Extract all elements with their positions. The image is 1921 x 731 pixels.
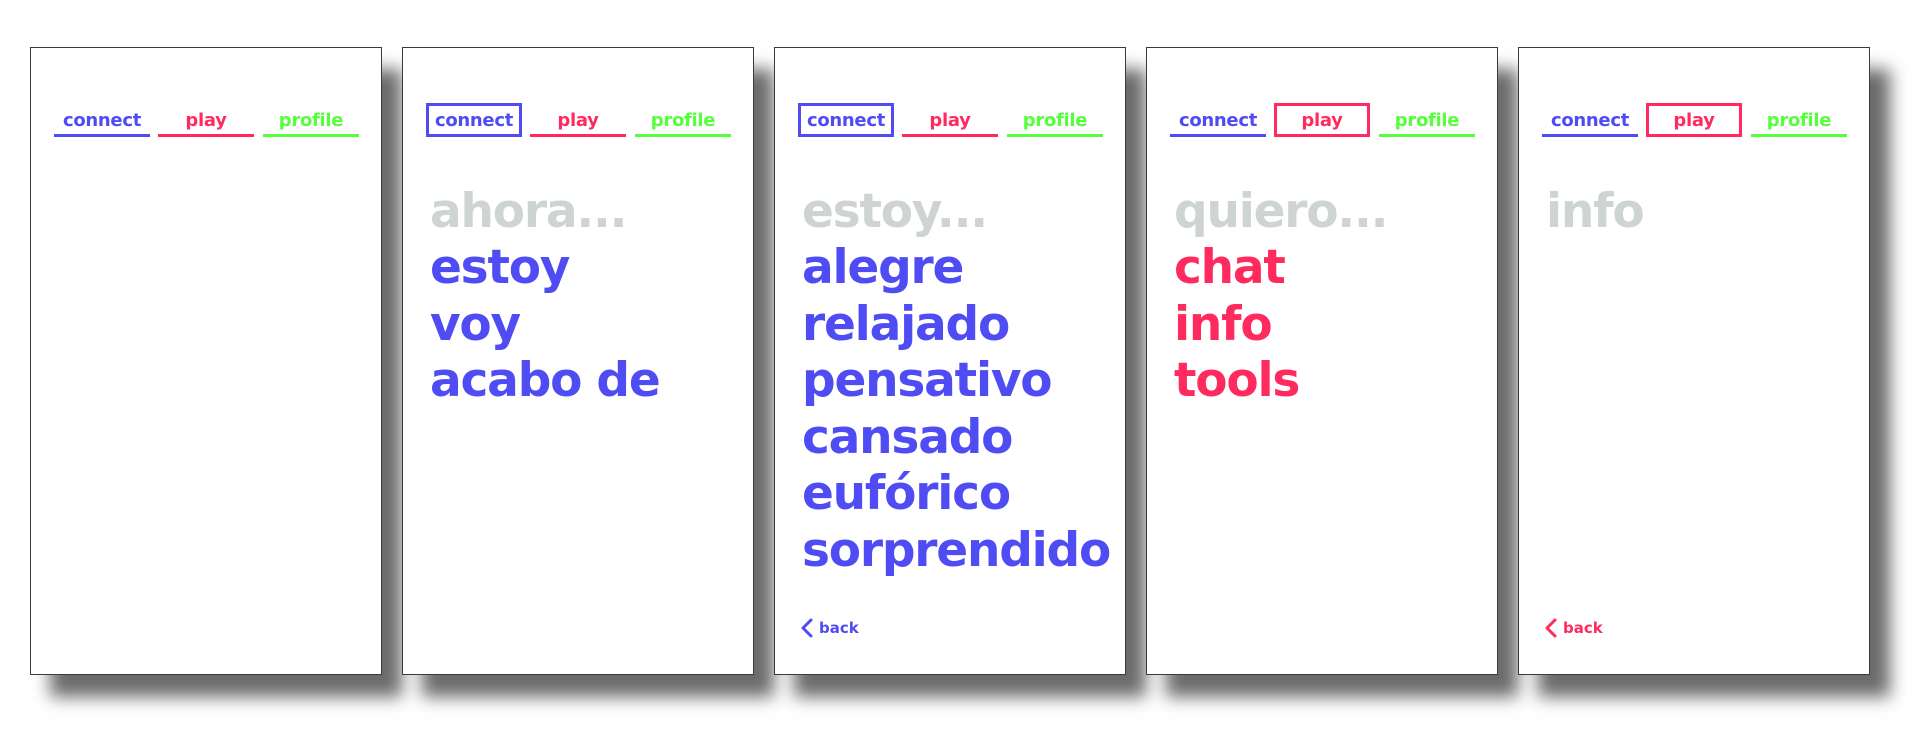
tab-connect-label: connect — [806, 109, 886, 131]
tab-profile[interactable]: profile — [1751, 103, 1847, 137]
tab-underline — [635, 134, 731, 137]
tab-connect-label: connect — [1178, 109, 1258, 131]
tab-connect-label: connect — [62, 109, 142, 131]
menu-option[interactable]: tools — [1174, 353, 1493, 410]
menu-option[interactable]: chat — [1174, 240, 1493, 297]
back-label: back — [1563, 619, 1603, 637]
tab-play-label: play — [557, 109, 599, 131]
tab-bar: connect play profile — [1170, 103, 1475, 137]
tab-profile[interactable]: profile — [1379, 103, 1475, 137]
tab-underline — [530, 134, 626, 137]
tab-connect[interactable]: connect — [54, 103, 150, 137]
menu-content: estoy... alegre relajado pensativo cansa… — [802, 184, 1121, 579]
menu-option[interactable]: alegre — [802, 240, 1121, 297]
tab-bar: connect play profile — [54, 103, 359, 137]
screen-4: connect play profile quiero... chat info… — [1146, 47, 1498, 675]
tab-underline — [1751, 134, 1847, 137]
menu-content: ahora... estoy voy acabo de — [430, 184, 749, 410]
menu-heading: estoy... — [802, 184, 988, 239]
tab-underline — [1542, 134, 1638, 137]
menu-content: quiero... chat info tools — [1174, 184, 1493, 410]
tab-bar: connect play profile — [798, 103, 1103, 137]
tab-play[interactable]: play — [902, 103, 998, 137]
screen-5: connect play profile info back — [1518, 47, 1870, 675]
tab-play[interactable]: play — [1274, 103, 1370, 137]
menu-option[interactable]: acabo de — [430, 353, 749, 410]
tab-profile[interactable]: profile — [263, 103, 359, 137]
menu-option[interactable]: eufórico — [802, 466, 1121, 523]
tab-profile-label: profile — [1394, 109, 1460, 131]
menu-option[interactable]: relajado — [802, 297, 1121, 354]
menu-heading: ahora... — [430, 184, 628, 239]
tab-underline — [902, 134, 998, 137]
tab-profile[interactable]: profile — [1007, 103, 1103, 137]
tab-connect[interactable]: connect — [798, 103, 894, 137]
tab-play-label: play — [1673, 109, 1715, 131]
screen-1: connect play profile — [30, 47, 382, 675]
tab-connect[interactable]: connect — [1542, 103, 1638, 137]
tab-underline — [158, 134, 254, 137]
tab-bar: connect play profile — [426, 103, 731, 137]
chevron-left-icon — [1545, 618, 1557, 638]
tab-connect-label: connect — [434, 109, 514, 131]
tab-connect-label: connect — [1550, 109, 1630, 131]
tab-underline — [1379, 134, 1475, 137]
menu-option[interactable]: estoy — [430, 240, 749, 297]
tab-play-label: play — [929, 109, 971, 131]
menu-heading: quiero... — [1174, 184, 1389, 239]
tab-underline — [54, 134, 150, 137]
chevron-left-icon — [801, 618, 813, 638]
menu-option[interactable]: info — [1174, 297, 1493, 354]
back-button[interactable]: back — [801, 618, 859, 638]
tab-connect[interactable]: connect — [1170, 103, 1266, 137]
tab-underline — [1007, 134, 1103, 137]
tab-play-label: play — [1301, 109, 1343, 131]
tab-profile[interactable]: profile — [635, 103, 731, 137]
menu-option[interactable]: pensativo — [802, 353, 1121, 410]
menu-heading: info — [1546, 184, 1645, 239]
tab-underline — [263, 134, 359, 137]
menu-content: info — [1546, 184, 1865, 240]
tab-bar: connect play profile — [1542, 103, 1847, 137]
tab-play-label: play — [185, 109, 227, 131]
tab-profile-label: profile — [650, 109, 716, 131]
menu-option[interactable]: voy — [430, 297, 749, 354]
tab-play[interactable]: play — [1646, 103, 1742, 137]
screen-3: connect play profile estoy... alegre rel… — [774, 47, 1126, 675]
menu-option[interactable]: sorprendido — [802, 523, 1121, 580]
back-label: back — [819, 619, 859, 637]
tab-play[interactable]: play — [530, 103, 626, 137]
tab-profile-label: profile — [278, 109, 344, 131]
tab-profile-label: profile — [1022, 109, 1088, 131]
back-button[interactable]: back — [1545, 618, 1603, 638]
menu-option[interactable]: cansado — [802, 410, 1121, 467]
tab-underline — [1170, 134, 1266, 137]
tab-play[interactable]: play — [158, 103, 254, 137]
screen-2: connect play profile ahora... estoy voy … — [402, 47, 754, 675]
tab-profile-label: profile — [1766, 109, 1832, 131]
tab-connect[interactable]: connect — [426, 103, 522, 137]
